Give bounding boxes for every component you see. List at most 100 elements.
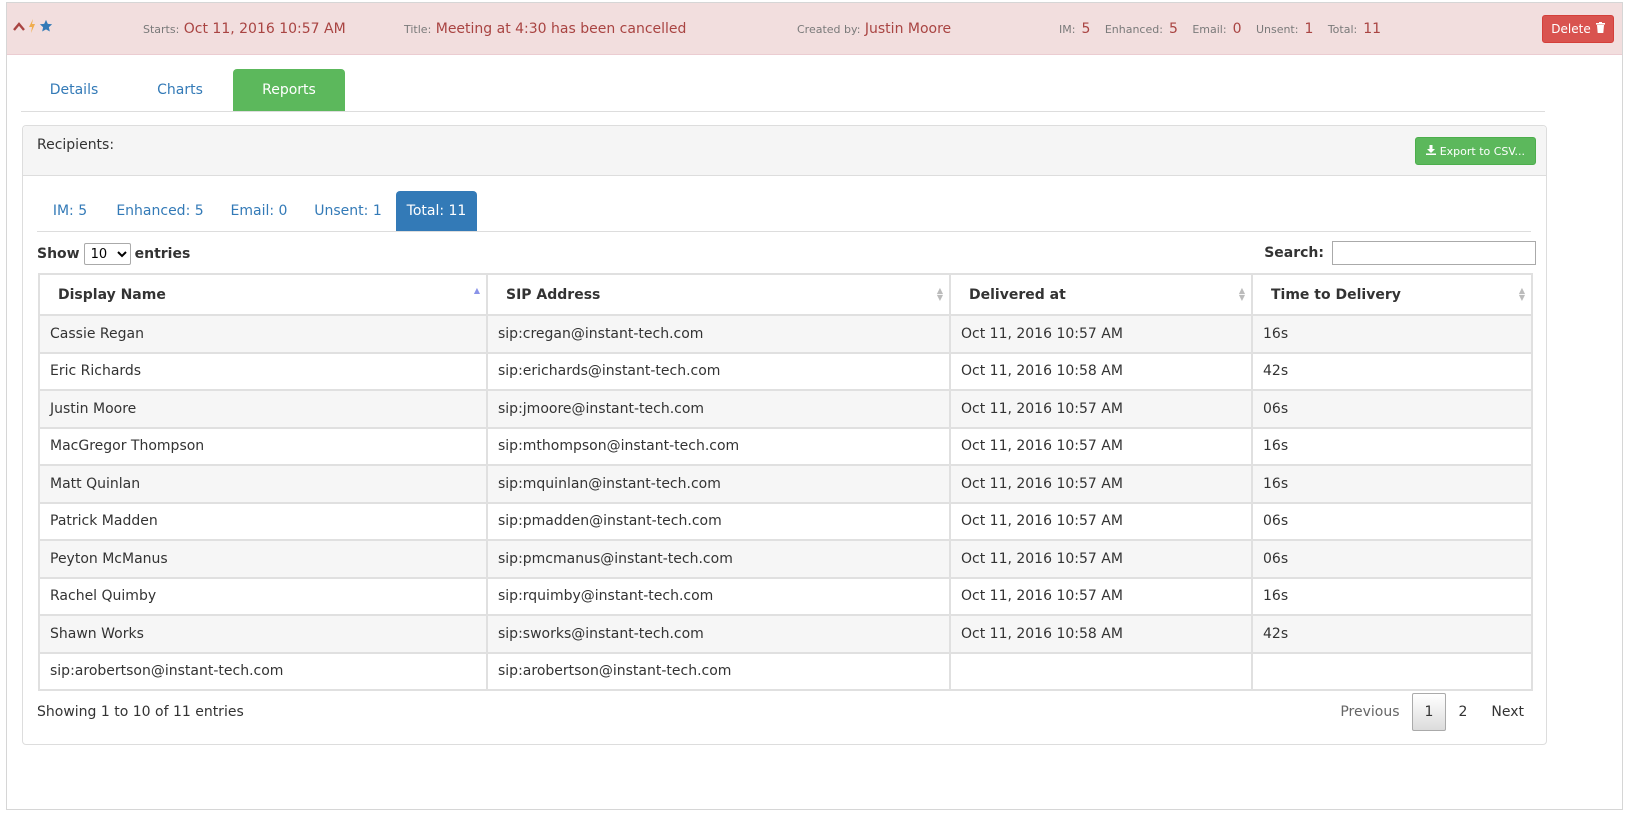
page-button-2[interactable]: 2: [1446, 694, 1479, 730]
page-length-select[interactable]: 10: [83, 243, 131, 265]
delete-button-label: Delete: [1551, 22, 1591, 36]
cell-sip-address: sip:arobertson@instant-tech.com: [486, 651, 951, 691]
cell-delivered-at: Oct 11, 2016 10:57 AM: [949, 539, 1253, 579]
cell-time-to-delivery: 16s: [1251, 464, 1533, 504]
table-row: sip:arobertson@instant-tech.com sip:arobe…: [38, 651, 1533, 691]
cell-time-to-delivery: 42s: [1251, 351, 1533, 391]
download-icon: [1425, 144, 1436, 158]
im-count-label: IM:: [1059, 23, 1076, 36]
message-header: Starts: Oct 11, 2016 10:57 AM Title: Mee…: [7, 3, 1622, 55]
report-frame: Starts: Oct 11, 2016 10:57 AM Title: Mee…: [6, 2, 1623, 810]
pill-total[interactable]: Total: 11: [396, 191, 477, 231]
sort-both-icon: ▲ ▼: [1238, 286, 1245, 302]
created-value: Justin Moore: [864, 21, 952, 37]
chevron-up-icon[interactable]: [13, 20, 25, 36]
cell-display-name: Rachel Quimby: [38, 576, 488, 616]
cell-sip-address: sip:pmcmanus@instant-tech.com: [486, 539, 951, 579]
cell-delivered-at: Oct 11, 2016 10:57 AM: [949, 389, 1253, 429]
cell-display-name: Peyton McManus: [38, 539, 488, 579]
table-row: Patrick Madden sip:pmadden@instant-tech.c…: [38, 501, 1533, 541]
table-header-row: Display Name ▲ SIP Address ▲ ▼ Delivered at…: [38, 273, 1533, 316]
cell-display-name: Patrick Madden: [38, 501, 488, 541]
starts-value: Oct 11, 2016 10:57 AM: [183, 21, 346, 37]
table-body: Cassie Regan sip:cregan@instant-tech.com O…: [38, 314, 1533, 691]
table-row: Justin Moore sip:jmoore@instant-tech.com O…: [38, 389, 1533, 429]
tab-reports[interactable]: Reports: [233, 69, 345, 111]
starts-label: Starts:: [143, 23, 180, 36]
header-counts: IM: 5 Enhanced: 5 Email: 0 Unsent: 1 Total: 1…: [1059, 21, 1391, 37]
export-csv-label: Export to CSV...: [1439, 144, 1525, 158]
next-page-button[interactable]: Next: [1479, 694, 1536, 730]
table-row: Rachel Quimby sip:rquimby@instant-tech.co…: [38, 576, 1533, 616]
delivery-pills: IM: 5 Enhanced: 5 Email: 0 Unsent: 1 Tot…: [37, 191, 1531, 232]
panel-title: Recipients:: [37, 137, 115, 153]
im-count: 5: [1081, 21, 1091, 37]
table-row: Peyton McManus sip:pmcmanus@instant-tech.…: [38, 539, 1533, 579]
recipients-table: Display Name ▲ SIP Address ▲ ▼ Delivered at…: [38, 273, 1533, 691]
delete-button[interactable]: Delete: [1542, 15, 1614, 43]
cell-time-to-delivery: 16s: [1251, 314, 1533, 354]
recipients-panel: Recipients: Export to CSV... IM: 5 Enhan…: [22, 125, 1547, 745]
cell-sip-address: sip:erichards@instant-tech.com: [486, 351, 951, 391]
cell-delivered-at: Oct 11, 2016 10:57 AM: [949, 501, 1253, 541]
column-header-time-to-delivery[interactable]: Time to Delivery ▲ ▼: [1251, 273, 1533, 316]
panel-heading: Recipients: Export to CSV...: [23, 126, 1546, 176]
column-header-display-name[interactable]: Display Name ▲: [38, 273, 488, 316]
cell-time-to-delivery: 16s: [1251, 576, 1533, 616]
cell-time-to-delivery: [1251, 651, 1533, 691]
cell-time-to-delivery: 42s: [1251, 614, 1533, 654]
title-label: Title:: [404, 23, 432, 36]
cell-delivered-at: Oct 11, 2016 10:57 AM: [949, 426, 1253, 466]
created-label: Created by:: [797, 23, 861, 36]
search-input[interactable]: [1332, 241, 1536, 265]
table-info: Showing 1 to 10 of 11 entries: [37, 704, 244, 720]
table-row: Cassie Regan sip:cregan@instant-tech.com O…: [38, 314, 1533, 354]
cell-time-to-delivery: 06s: [1251, 389, 1533, 429]
star-icon[interactable]: [39, 19, 53, 37]
view-tabs: Details Charts Reports: [21, 69, 1545, 112]
bolt-icon: [28, 19, 36, 37]
email-count: 0: [1232, 21, 1242, 37]
sort-ascending-icon: ▲: [473, 286, 480, 295]
cell-display-name: Shawn Works: [38, 614, 488, 654]
trash-icon: [1595, 22, 1605, 36]
pill-unsent[interactable]: Unsent: 1: [301, 191, 395, 231]
column-header-sip-address[interactable]: SIP Address ▲ ▼: [486, 273, 951, 316]
cell-delivered-at: Oct 11, 2016 10:57 AM: [949, 314, 1253, 354]
cell-sip-address: sip:cregan@instant-tech.com: [486, 314, 951, 354]
cell-display-name: MacGregor Thompson: [38, 426, 488, 466]
show-label: Show: [37, 246, 80, 262]
length-control: Show 10 entries: [37, 243, 190, 265]
entries-label: entries: [134, 246, 191, 262]
search-label: Search:: [1264, 245, 1324, 261]
cell-sip-address: sip:mthompson@instant-tech.com: [486, 426, 951, 466]
page-button-1[interactable]: 1: [1411, 693, 1447, 731]
tab-details[interactable]: Details: [21, 69, 127, 111]
table-row: Shawn Works sip:sworks@instant-tech.com Oc…: [38, 614, 1533, 654]
export-csv-button[interactable]: Export to CSV...: [1414, 137, 1536, 165]
cell-sip-address: sip:mquinlan@instant-tech.com: [486, 464, 951, 504]
email-count-label: Email:: [1192, 23, 1227, 36]
unsent-count: 1: [1304, 21, 1314, 37]
cell-time-to-delivery: 06s: [1251, 539, 1533, 579]
pill-enhanced[interactable]: Enhanced: 5: [103, 191, 217, 231]
cell-sip-address: sip:sworks@instant-tech.com: [486, 614, 951, 654]
tab-charts[interactable]: Charts: [127, 69, 233, 111]
cell-display-name: sip:arobertson@instant-tech.com: [38, 651, 488, 691]
column-header-label: Delivered at: [969, 286, 1066, 303]
title-value: Meeting at 4:30 has been cancelled: [435, 21, 687, 37]
table-row: Matt Quinlan sip:mquinlan@instant-tech.co…: [38, 464, 1533, 504]
previous-page-button[interactable]: Previous: [1328, 694, 1411, 730]
column-header-delivered-at[interactable]: Delivered at ▲ ▼: [949, 273, 1253, 316]
total-count: 11: [1363, 21, 1382, 37]
starts-group: Starts: Oct 11, 2016 10:57 AM: [143, 21, 346, 37]
cell-display-name: Justin Moore: [38, 389, 488, 429]
cell-time-to-delivery: 16s: [1251, 426, 1533, 466]
pill-im[interactable]: IM: 5: [37, 191, 103, 231]
search-control: Search:: [1264, 241, 1536, 265]
cell-delivered-at: Oct 11, 2016 10:57 AM: [949, 576, 1253, 616]
header-icons: [13, 19, 53, 37]
enhanced-count: 5: [1168, 21, 1178, 37]
pill-email[interactable]: Email: 0: [217, 191, 301, 231]
cell-sip-address: sip:jmoore@instant-tech.com: [486, 389, 951, 429]
